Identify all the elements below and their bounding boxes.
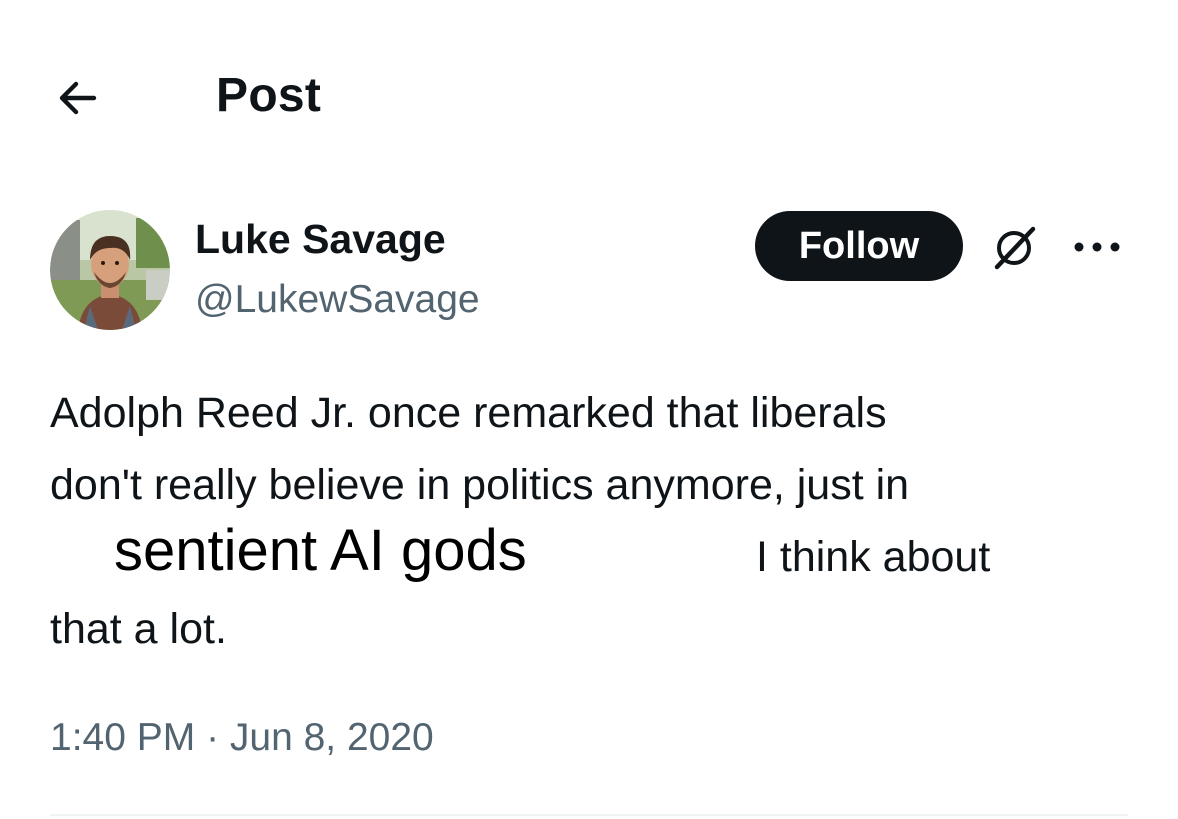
tweet-line-4: that a lot. <box>50 605 227 653</box>
top-bar: Post <box>0 0 1178 190</box>
author-name[interactable]: Luke Savage <box>195 213 446 265</box>
overlay-caption: sentient AI gods <box>114 518 527 583</box>
more-horizontal-icon <box>1074 242 1120 252</box>
post-timestamp[interactable]: 1:40 PM · Jun 8, 2020 <box>50 712 434 764</box>
author-handle[interactable]: @LukewSavage <box>195 274 480 326</box>
page-title: Post <box>216 69 322 122</box>
grok-button[interactable] <box>984 216 1046 278</box>
follow-button[interactable]: Follow <box>755 211 963 281</box>
grok-icon <box>994 226 1036 270</box>
divider <box>50 814 1128 816</box>
profile-photo <box>50 210 170 330</box>
back-button[interactable] <box>50 70 106 126</box>
tweet-line-2: don't really believe in politics anymore… <box>50 461 910 509</box>
avatar[interactable] <box>50 210 170 330</box>
more-options-button[interactable] <box>1066 224 1128 270</box>
tweet-line-3: I think about <box>756 533 991 581</box>
tweet-line-1: Adolph Reed Jr. once remarked that liber… <box>50 389 887 437</box>
arrow-left-icon <box>59 81 97 115</box>
